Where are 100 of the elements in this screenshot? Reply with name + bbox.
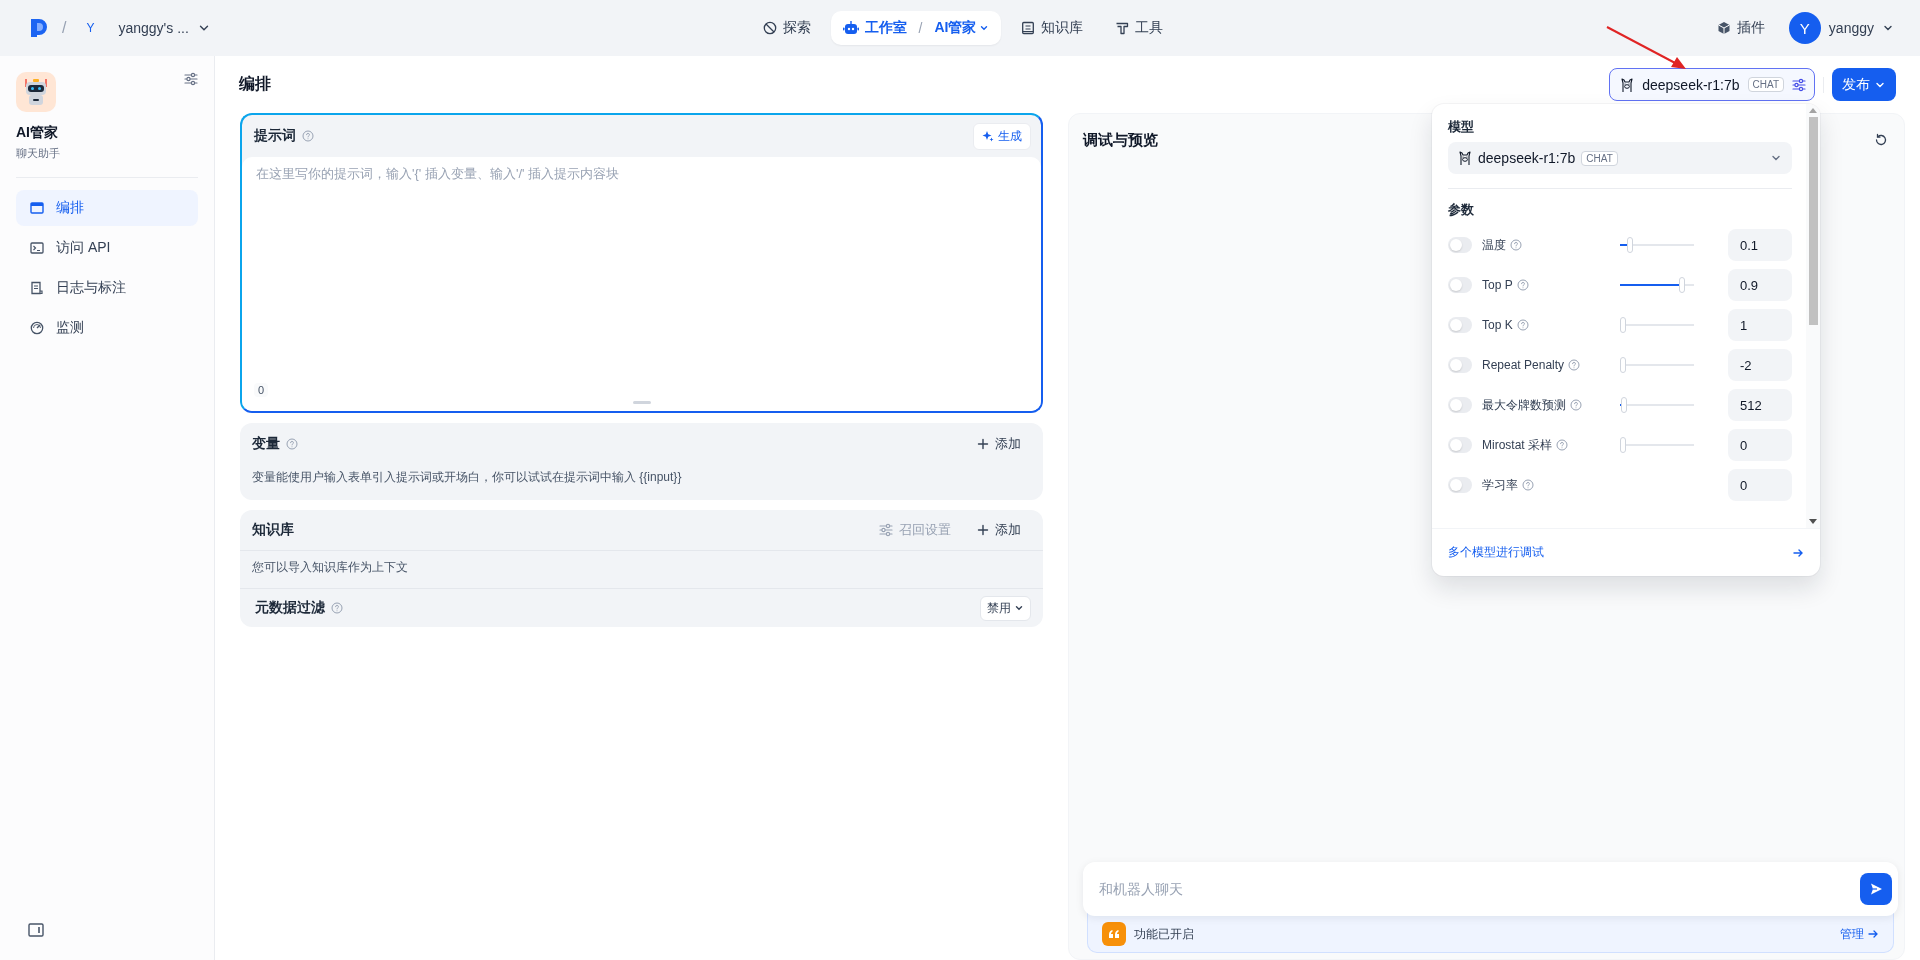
help-icon	[1568, 359, 1581, 371]
plus-icon	[977, 524, 989, 536]
sidebar-toggle-icon	[28, 923, 44, 937]
section-title: 知识库	[252, 521, 294, 539]
help-icon	[1522, 479, 1534, 491]
window-icon	[30, 201, 44, 215]
nav-tab[interactable]: 工具	[1103, 11, 1176, 45]
collapse-button[interactable]	[28, 923, 44, 937]
prompt-input[interactable]: 在这里写你的提示词，输入'{' 插入变量、输入'/' 插入提示内容块	[242, 157, 1041, 383]
help-icon	[286, 438, 298, 450]
add-button[interactable]: 添加	[967, 517, 1031, 543]
app-switcher[interactable]: AI管家	[934, 19, 990, 37]
send-icon	[1869, 882, 1883, 896]
nav-tab[interactable]: 探索	[750, 11, 823, 45]
model-select[interactable]: deepseek-r1:7b CHAT	[1448, 142, 1792, 174]
sparkle-icon	[982, 130, 994, 142]
sidebar-item[interactable]: 访问 API	[16, 230, 198, 266]
sidebar-item[interactable]: 日志与标注	[16, 270, 198, 306]
filter-select[interactable]: 禁用	[980, 595, 1031, 621]
help-icon	[1510, 239, 1522, 251]
gauge-icon	[30, 321, 44, 335]
value-field[interactable]: 0	[1728, 469, 1792, 501]
robot-drawing	[22, 77, 50, 107]
param-label: Repeat Penalty	[1482, 358, 1565, 372]
chat-input[interactable]: 和机器人聊天	[1097, 880, 1860, 898]
slider-thumb[interactable]	[1620, 357, 1626, 373]
sliders-icon	[879, 523, 893, 537]
sidebar-item[interactable]: 监测	[16, 310, 198, 346]
value-field[interactable]: 0	[1728, 429, 1792, 461]
separator-text: /	[62, 19, 67, 37]
sliders-icon	[184, 72, 198, 86]
generate-button[interactable]: 生成	[973, 122, 1031, 150]
app-type: 聊天助手	[16, 146, 61, 161]
toggle-switch[interactable]	[1448, 437, 1472, 453]
section-title: 提示词	[254, 127, 296, 145]
value-field[interactable]: 0.1	[1728, 229, 1792, 261]
workspace-switcher[interactable]: Y yanggy's ...	[80, 16, 217, 40]
mode-tag: CHAT	[1581, 150, 1618, 166]
plugins-button[interactable]: 插件	[1704, 13, 1777, 43]
scroll-down-icon	[1809, 519, 1817, 524]
chat-box[interactable]: 和机器人聊天	[1083, 862, 1898, 916]
slider-thumb[interactable]	[1620, 317, 1626, 333]
publish-button[interactable]: 发布	[1832, 68, 1896, 101]
multi-model-link[interactable]: 多个模型进行调试	[1448, 544, 1544, 561]
param-label: Top P	[1482, 278, 1513, 292]
section-title: 变量	[252, 435, 280, 453]
param-label: Mirostat 采样	[1482, 436, 1552, 454]
send-button[interactable]	[1860, 873, 1892, 905]
model-selector[interactable]: deepseek-r1:7b CHAT	[1609, 68, 1815, 101]
toggle-switch[interactable]	[1448, 397, 1472, 413]
cube-icon	[1716, 21, 1731, 35]
toggle-switch[interactable]	[1448, 357, 1472, 373]
toggle-switch[interactable]	[1448, 277, 1472, 293]
value-field[interactable]: 1	[1728, 309, 1792, 341]
hint-text: 您可以导入知识库作为上下文	[251, 559, 409, 576]
help-icon	[302, 130, 314, 142]
plus-icon	[977, 438, 989, 450]
quote-icon	[1108, 929, 1120, 939]
hint-text: 变量能使用户输入表单引入提示词或开场白，你可以试试在提示词中输入 {{input}}	[251, 469, 683, 486]
book-icon	[1021, 21, 1036, 35]
panel-title: 调试与预览	[1083, 130, 1158, 150]
sliders-icon	[1792, 77, 1806, 92]
value-field[interactable]: -2	[1728, 349, 1792, 381]
help-icon	[331, 602, 343, 614]
toggle-switch[interactable]	[1448, 237, 1472, 253]
mode-tag: CHAT	[1747, 77, 1784, 92]
manage-link[interactable]: 管理	[1840, 925, 1879, 943]
value-field[interactable]: 0.9	[1728, 269, 1792, 301]
add-button[interactable]: 添加	[967, 431, 1031, 457]
toggle-switch[interactable]	[1448, 317, 1472, 333]
toggle-switch[interactable]	[1448, 477, 1472, 493]
app-name: AI管家	[16, 124, 59, 142]
terminal-icon	[30, 241, 44, 255]
separator-text: /	[918, 20, 923, 36]
nav-tab[interactable]: 工作室 / AI管家	[830, 11, 1002, 45]
document-icon	[30, 281, 44, 295]
reset-button[interactable]	[1874, 133, 1888, 147]
value-field[interactable]: 512	[1728, 389, 1792, 421]
arrow-right-icon	[1867, 928, 1879, 940]
help-icon	[1570, 399, 1582, 411]
settings-button[interactable]	[184, 72, 198, 86]
slider-thumb[interactable]	[1620, 437, 1626, 453]
section-label: 模型	[1448, 118, 1475, 136]
filter-label: 元数据过滤	[255, 599, 325, 617]
param-label: 学习率	[1482, 476, 1518, 494]
logo-icon	[30, 18, 48, 38]
scrollbar[interactable]	[1806, 104, 1820, 528]
help-icon	[1516, 279, 1529, 291]
user-avatar: Y	[1788, 12, 1821, 44]
param-label: Top K	[1482, 318, 1513, 332]
help-icon	[1516, 319, 1529, 331]
user-menu[interactable]: Y yanggy	[1786, 10, 1896, 46]
sidebar-item[interactable]: 编排	[16, 190, 198, 226]
chevron-down-icon	[1014, 603, 1024, 613]
chevron-down-icon	[979, 23, 990, 33]
param-label: 温度	[1482, 236, 1506, 254]
feature-text: 功能已开启	[1134, 925, 1194, 943]
param-label: 最大令牌数预测	[1482, 396, 1566, 414]
nav-tab[interactable]: 知识库	[1009, 11, 1096, 45]
resize-handle[interactable]	[632, 401, 651, 404]
